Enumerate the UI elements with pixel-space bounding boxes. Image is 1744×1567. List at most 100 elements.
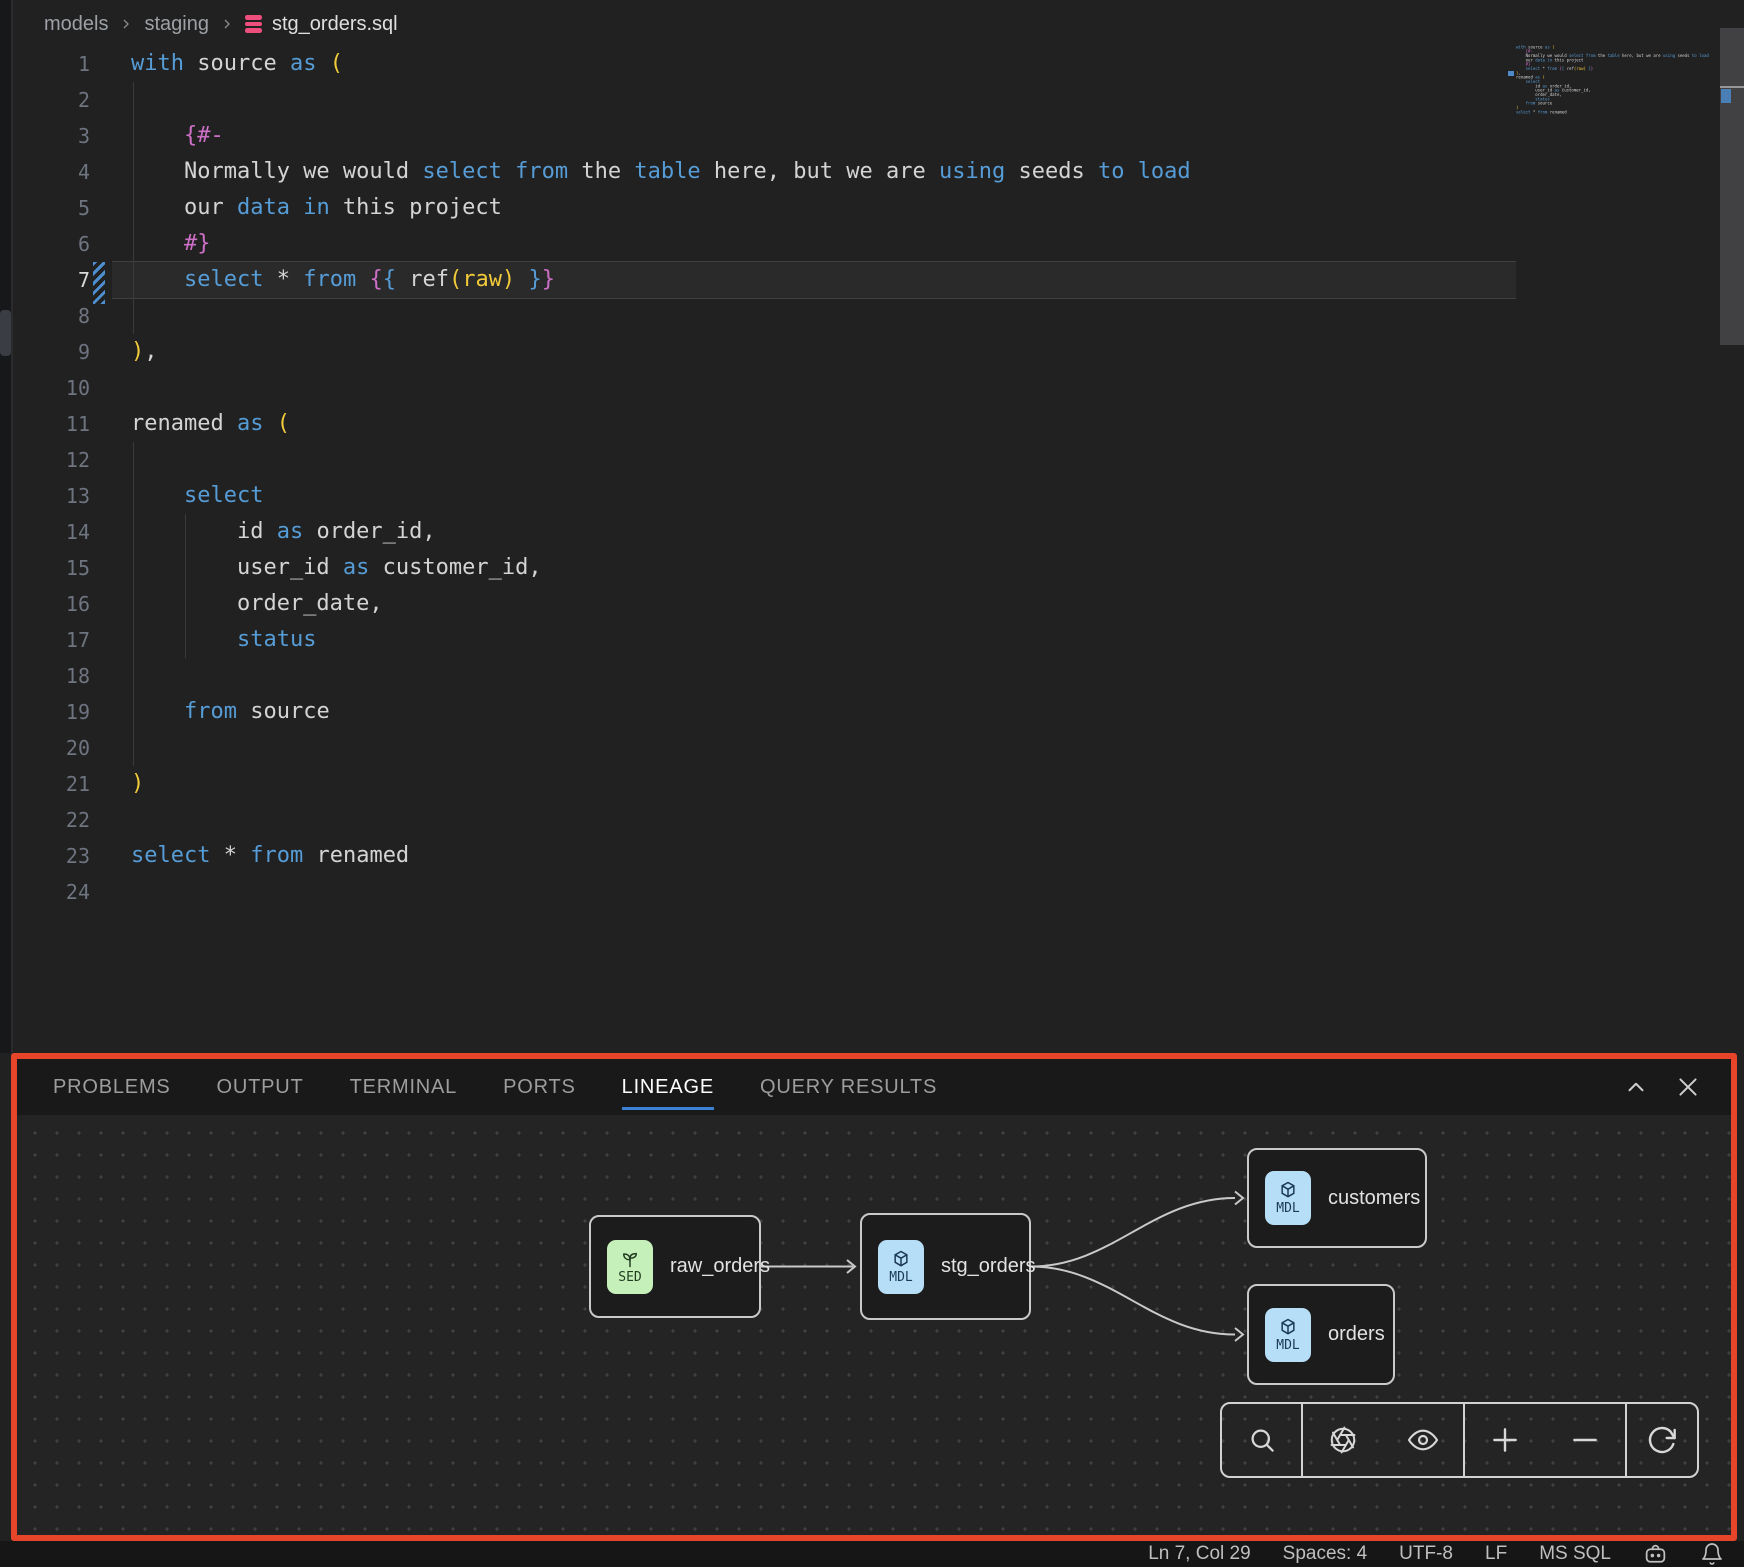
- line-number: 7: [0, 262, 90, 298]
- lineage-node-raw-orders[interactable]: SED raw_orders: [589, 1215, 761, 1318]
- scrollbar-modified-marker: [1721, 89, 1731, 103]
- status-ms-sql[interactable]: MS SQL: [1539, 1543, 1611, 1565]
- code-text: ): [131, 771, 144, 796]
- code-text: select * from {{ ref(raw) }}: [131, 267, 555, 292]
- chevron-right-icon: [118, 16, 134, 32]
- lineage-canvas[interactable]: SED raw_orders MDL stg_orders: [17, 1115, 1731, 1535]
- code-text: id as order_id,: [131, 519, 436, 544]
- code-text: order_date,: [131, 591, 383, 616]
- aperture-icon[interactable]: [1328, 1425, 1358, 1455]
- breadcrumb-models[interactable]: models: [44, 13, 108, 36]
- left-scroll-thumb[interactable]: [0, 310, 11, 356]
- tab-query-results[interactable]: QUERY RESULTS: [760, 1059, 937, 1115]
- code-line-2[interactable]: 2: [0, 82, 1744, 118]
- code-text: renamed as (: [131, 411, 290, 436]
- zoom-out-icon[interactable]: [1569, 1424, 1601, 1456]
- line-number: 19: [0, 694, 90, 730]
- code-line-22[interactable]: 22: [0, 802, 1744, 838]
- line-number: 5: [0, 190, 90, 226]
- eye-icon[interactable]: [1407, 1424, 1439, 1456]
- line-number: 13: [0, 478, 90, 514]
- node-badge: MDL: [889, 1270, 912, 1285]
- code-text: status: [131, 627, 316, 652]
- tab-output[interactable]: OUTPUT: [217, 1059, 304, 1115]
- line-number: 14: [0, 514, 90, 550]
- tab-problems[interactable]: PROBLEMS: [53, 1059, 171, 1115]
- line-number: 16: [0, 586, 90, 622]
- status-utf-8[interactable]: UTF-8: [1399, 1543, 1453, 1565]
- code-line-3[interactable]: 3 {#-: [0, 118, 1744, 154]
- line-number: 8: [0, 298, 90, 334]
- vertical-scrollbar[interactable]: [1720, 28, 1744, 345]
- lineage-node-customers[interactable]: MDL customers: [1247, 1148, 1427, 1248]
- notifications-bell-icon[interactable]: [1700, 1542, 1724, 1566]
- code-line-11[interactable]: 11renamed as (: [0, 406, 1744, 442]
- code-line-16[interactable]: 16 order_date,: [0, 586, 1744, 622]
- code-line-13[interactable]: 13 select: [0, 478, 1744, 514]
- breadcrumb-staging[interactable]: staging: [144, 13, 209, 36]
- line-number: 12: [0, 442, 90, 478]
- tab-ports[interactable]: PORTS: [503, 1059, 576, 1115]
- search-icon[interactable]: [1247, 1425, 1277, 1455]
- lineage-node-stg-orders[interactable]: MDL stg_orders: [860, 1213, 1031, 1320]
- code-line-12[interactable]: 12: [0, 442, 1744, 478]
- chevron-up-icon[interactable]: [1623, 1074, 1649, 1100]
- minimap[interactable]: with source as ( {#- Normally we would s…: [1516, 45, 1720, 165]
- close-icon[interactable]: [1675, 1074, 1701, 1100]
- line-number: 3: [0, 118, 90, 154]
- code-lines: 1 with source as ( 23 {#-4 Normally we wou…: [0, 46, 1744, 910]
- code-text: ),: [131, 339, 158, 364]
- code-line-18[interactable]: 18: [0, 658, 1744, 694]
- code-line-4[interactable]: 4 Normally we would select from the tabl…: [0, 154, 1744, 190]
- code-line-17[interactable]: 17 status: [0, 622, 1744, 658]
- code-text: our data in this project: [131, 195, 502, 220]
- status-spaces-4[interactable]: Spaces: 4: [1283, 1543, 1368, 1565]
- code-line-7[interactable]: 7 select * from {{ ref(raw) }}: [0, 262, 1744, 298]
- status-lf[interactable]: LF: [1485, 1543, 1507, 1565]
- copilot-robot-icon[interactable]: [1643, 1542, 1668, 1567]
- refresh-icon[interactable]: [1646, 1424, 1678, 1456]
- vscode-window: models staging stg_orders.sql 1 with sour…: [0, 0, 1744, 1567]
- chevron-right-icon: [219, 16, 235, 32]
- line-number: 15: [0, 550, 90, 586]
- code-line-15[interactable]: 15 user_id as customer_id,: [0, 550, 1744, 586]
- code-line-21[interactable]: 21): [0, 766, 1744, 802]
- model-cube-icon: [891, 1249, 911, 1269]
- line-number: 18: [0, 658, 90, 694]
- model-tile: MDL: [1265, 1171, 1311, 1225]
- status-ln-7-col-29[interactable]: Ln 7, Col 29: [1148, 1543, 1250, 1565]
- code-line-19[interactable]: 19 from source: [0, 694, 1744, 730]
- panel-actions: [1623, 1074, 1731, 1100]
- lineage-toolbar: [1220, 1402, 1699, 1478]
- zoom-in-icon[interactable]: [1489, 1424, 1521, 1456]
- line-number: 4: [0, 154, 90, 190]
- code-line-5[interactable]: 5 our data in this project: [0, 190, 1744, 226]
- code-text: #}: [131, 231, 210, 256]
- breadcrumb-file[interactable]: stg_orders.sql: [272, 13, 398, 36]
- tab-lineage[interactable]: LINEAGE: [622, 1059, 714, 1115]
- code-line-14[interactable]: 14 id as order_id,: [0, 514, 1744, 550]
- model-tile: MDL: [878, 1240, 924, 1294]
- code-line-9[interactable]: 9),: [0, 334, 1744, 370]
- breadcrumb: models staging stg_orders.sql: [44, 8, 398, 40]
- code-line-23[interactable]: 23select * from renamed: [0, 838, 1744, 874]
- code-line-10[interactable]: 10: [0, 370, 1744, 406]
- code-line-24[interactable]: 24: [0, 874, 1744, 910]
- code-text: select: [131, 483, 263, 508]
- tab-terminal[interactable]: TERMINAL: [350, 1059, 458, 1115]
- node-label: orders: [1328, 1323, 1385, 1346]
- code-line-6[interactable]: 6 #}: [0, 226, 1744, 262]
- node-label: stg_orders: [941, 1255, 1036, 1278]
- lineage-node-orders[interactable]: MDL orders: [1247, 1284, 1395, 1385]
- code-line-8[interactable]: 8: [0, 298, 1744, 334]
- code-text: from source: [131, 699, 330, 724]
- line-number: 17: [0, 622, 90, 658]
- code-line-20[interactable]: 20: [0, 730, 1744, 766]
- model-cube-icon: [1278, 1317, 1298, 1337]
- code-text: with source as (: [131, 51, 343, 76]
- code-editor[interactable]: 1 with source as ( 23 {#-4 Normally we wou…: [0, 46, 1744, 910]
- code-text: select * from renamed: [131, 843, 409, 868]
- minimap-modified-marker: [1508, 71, 1514, 76]
- line-number: 1: [0, 46, 90, 82]
- code-line-1[interactable]: 1 with source as (: [0, 46, 1744, 82]
